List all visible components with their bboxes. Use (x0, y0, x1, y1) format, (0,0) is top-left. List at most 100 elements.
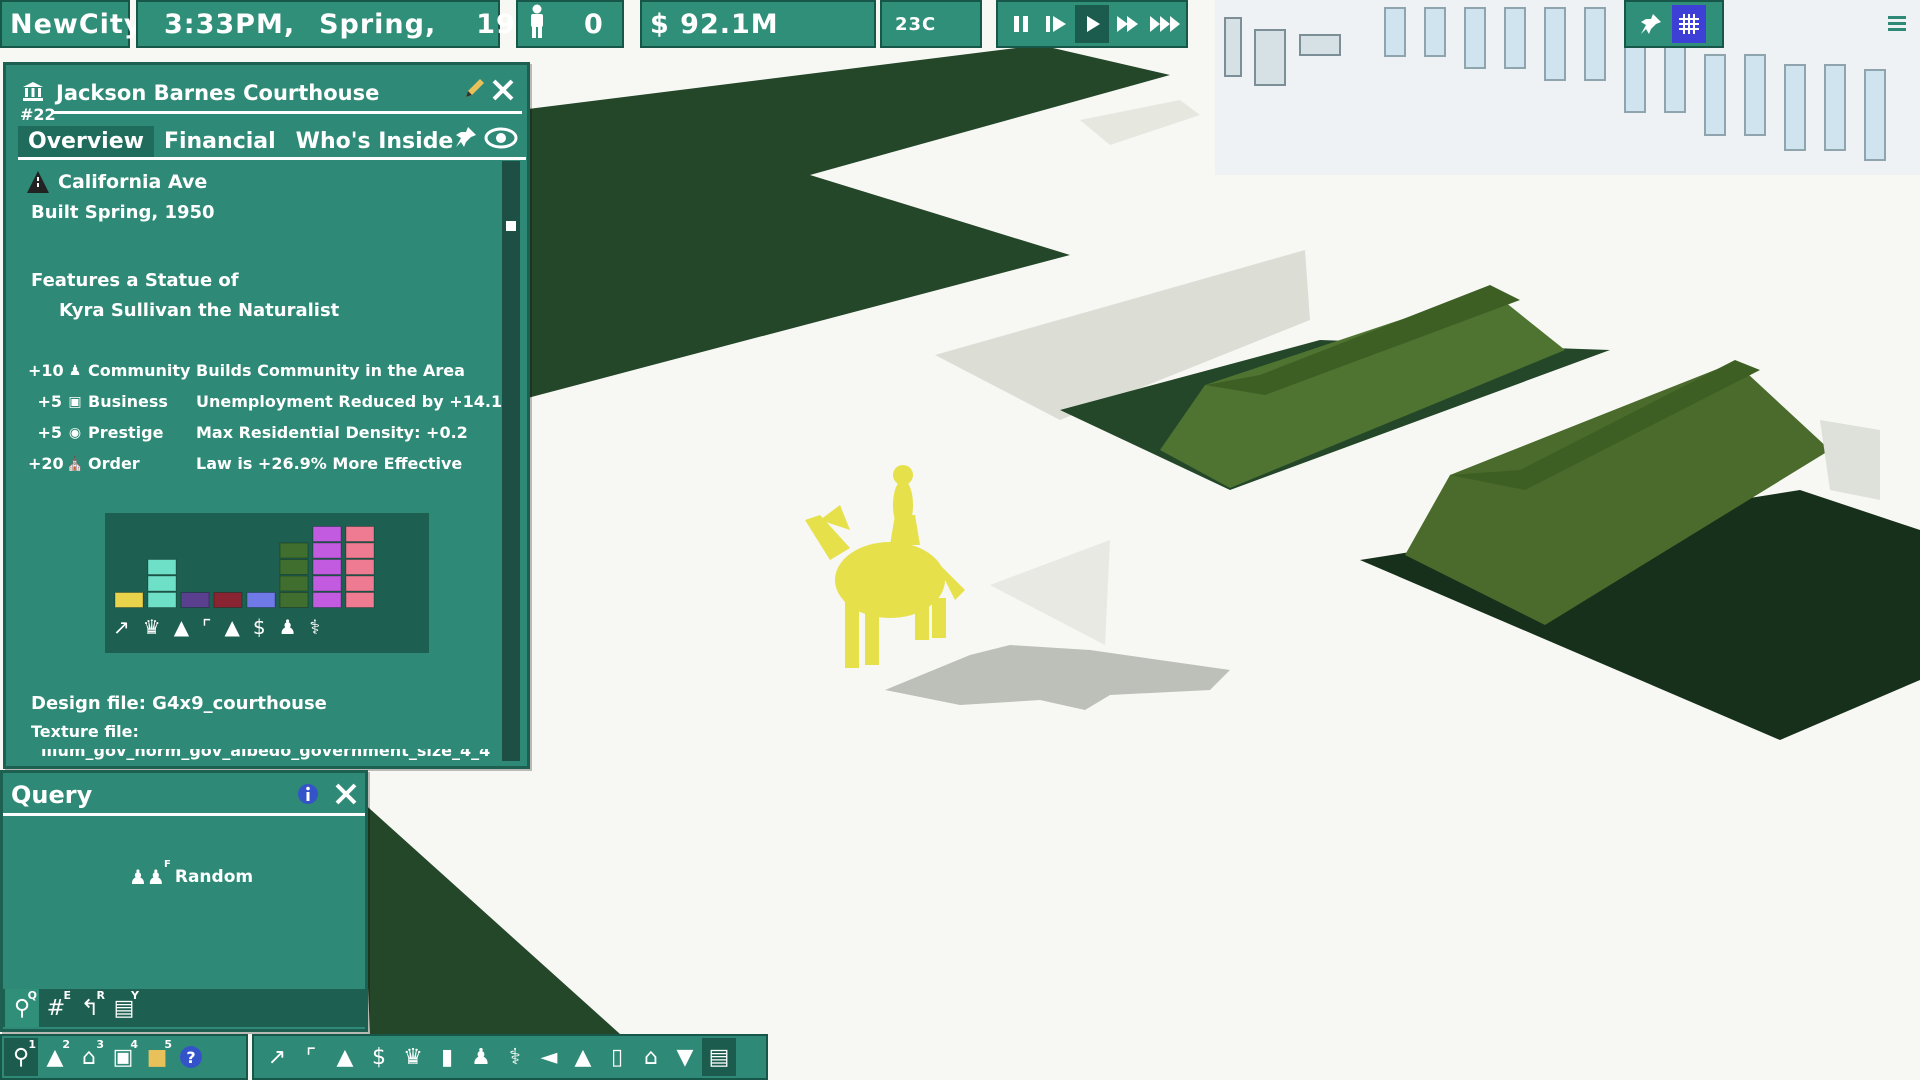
info-icon[interactable] (297, 783, 319, 809)
stat-bar-cell (345, 575, 375, 592)
overlay-transit-icon[interactable]: ▯ (600, 1038, 634, 1076)
effect-row-business: +5 ▣ Business Unemployment Reduced by +1… (28, 392, 502, 411)
community-stat-icon: ♟ (278, 615, 297, 639)
pin-icon[interactable] (1634, 5, 1668, 43)
stat-bar-cell (180, 592, 210, 608)
tab-financial[interactable]: Financial (154, 126, 286, 157)
hotkey-4: 4 (130, 1038, 138, 1051)
population-box[interactable]: 0 (516, 0, 624, 48)
fast-forward-icon[interactable] (1111, 5, 1145, 43)
temperature-value: 23C (895, 13, 937, 35)
stat-bar-cell (147, 575, 177, 592)
query-tool-grid-icon[interactable]: # E (39, 989, 73, 1027)
temperature-box[interactable]: 23C (880, 0, 982, 48)
order-icon: ⛪ (66, 455, 84, 472)
main-tools-toolbar: ⚲ 1 ▲ 2 ⌂ 3 ▣ 4 ■ 5 ? (0, 1034, 248, 1080)
overlay-crime-icon[interactable]: ⌜ (294, 1038, 328, 1076)
pin-panel-icon[interactable] (454, 125, 478, 153)
stat-bar-cell (279, 542, 309, 559)
eye-icon[interactable] (484, 127, 518, 153)
overlay-business-icon[interactable]: ♛ (396, 1038, 430, 1076)
effect-row-order: +20 ⛪ Order Law is +26.9% More Effective (28, 454, 462, 473)
overlay-community-icon[interactable]: ♟ (464, 1038, 498, 1076)
overlay-zone-icon[interactable]: ⌂ (634, 1038, 668, 1076)
overlay-education-icon[interactable]: ▲ (328, 1038, 362, 1076)
texture-file-overflow: illum_gov_norm_gov_albedo_government_siz… (31, 749, 501, 760)
stat-bar-cell (246, 592, 276, 608)
overlay-health-icon[interactable]: ⚕ (498, 1038, 532, 1076)
query-tool-route-icon[interactable]: ↰ R (73, 989, 107, 1027)
build-tool-icon[interactable]: ▣ 4 (106, 1038, 140, 1076)
hotkey-5: 5 (164, 1038, 172, 1051)
date-time-box[interactable]: 3:33PM, Spring, 1950 (136, 0, 554, 48)
money-box[interactable]: $ 92.1M (640, 0, 876, 48)
bulldozer-tool-icon[interactable]: ■ 5 (140, 1038, 174, 1076)
building-title[interactable]: Jackson Barnes Courthouse (56, 81, 379, 105)
building-address[interactable]: California Ave (58, 171, 207, 193)
overlay-landvalue-icon[interactable]: ▼ (668, 1038, 702, 1076)
stat-bar-cell (114, 592, 144, 608)
effect-amount: +20 (28, 454, 64, 473)
texture-file-value: illum_gov_norm_gov_albedo_government_siz… (41, 749, 491, 760)
overlay-route-icon[interactable]: ▲ (566, 1038, 600, 1076)
government-building-icon (22, 81, 44, 105)
main-menu-icon[interactable] (1880, 5, 1914, 43)
pause-icon[interactable] (1004, 5, 1038, 43)
query-title: Query (11, 781, 93, 809)
road-stat-icon: ↗ (113, 615, 130, 639)
query-tool-icon[interactable]: ⚲ 1 (4, 1038, 38, 1076)
stat-bar-cell (312, 592, 342, 608)
query-title-underline (3, 813, 365, 816)
tab-whos-inside[interactable]: Who's Inside (286, 126, 464, 157)
tab-overview[interactable]: Overview (18, 126, 154, 157)
road-icon (26, 170, 50, 198)
building-stat-chart: ↗ ♛ ▲ ⌜ ▲ $ ♟ ⚕ (105, 513, 429, 653)
tower-stat-icon: ▲ (173, 615, 190, 639)
overlay-money-icon[interactable]: $ (362, 1038, 396, 1076)
overlay-density-icon[interactable]: ▮ (430, 1038, 464, 1076)
rename-pencil-icon[interactable] (462, 77, 486, 105)
stat-bar-cell (345, 592, 375, 608)
money-value: $ 92.1M (650, 8, 779, 40)
query-close-icon[interactable] (333, 781, 359, 811)
panel-scrollbar[interactable] (502, 161, 520, 761)
features-line2: Kyra Sullivan the Naturalist (59, 300, 340, 321)
city-name-box[interactable]: NewCity (0, 0, 141, 48)
effect-desc: Builds Community in the Area (196, 361, 465, 380)
close-icon[interactable] (490, 77, 516, 107)
built-date: Built Spring, 1950 (31, 202, 215, 223)
scrollbar-thumb[interactable] (506, 221, 516, 231)
grid-overlay-icon[interactable] (1672, 5, 1706, 43)
building-info-panel[interactable]: Jackson Barnes Courthouse #22 Overview F… (3, 62, 530, 769)
svg-text:?: ? (186, 1048, 195, 1067)
stat-bar-cell (279, 559, 309, 575)
effect-name: Business (88, 392, 168, 411)
query-tool-search-icon[interactable]: ⚲ Q (5, 989, 39, 1027)
fastest-speed-icon[interactable] (1146, 5, 1186, 43)
zone-tool-icon[interactable]: ⌂ 3 (72, 1038, 106, 1076)
buildings-background (1215, 0, 1920, 175)
play-icon[interactable] (1075, 5, 1109, 43)
health-stat-icon: ⚕ (309, 615, 321, 639)
help-icon[interactable]: ? (174, 1038, 208, 1076)
data-overlay-toolbar: ↗ ⌜ ▲ $ ♛ ▮ ♟ ⚕ ◄ ▲ ▯ ⌂ ▼ ▤ (252, 1034, 768, 1080)
query-tool-list-icon[interactable]: ▤ Y (107, 989, 141, 1027)
query-panel[interactable]: Query ♟♟ F Random ⚲ Q # E ↰ R ▤ Y (0, 770, 368, 1032)
effect-name: Order (88, 454, 140, 473)
building-tabs: Overview Financial Who's Inside (18, 126, 463, 157)
person-icon (528, 4, 546, 45)
overlay-traffic-icon[interactable]: ◄ (532, 1038, 566, 1076)
speed-controls (996, 0, 1188, 48)
overlay-road-icon[interactable]: ↗ (260, 1038, 294, 1076)
random-query-button[interactable]: ♟♟ F Random (129, 859, 253, 889)
effect-amount: +10 (28, 361, 64, 380)
road-tool-icon[interactable]: ▲ 2 (38, 1038, 72, 1076)
texture-file: Texture file: (31, 722, 139, 741)
query-tools-bar: ⚲ Q # E ↰ R ▤ Y (3, 989, 367, 1027)
slow-speed-icon[interactable] (1040, 5, 1074, 43)
effect-name: Prestige (88, 423, 164, 442)
overlay-notifications-icon[interactable]: ▤ (702, 1038, 736, 1076)
gun-stat-icon: ⌜ (202, 615, 212, 639)
stat-bar-cell (312, 542, 342, 559)
stat-bar-cell (345, 559, 375, 575)
